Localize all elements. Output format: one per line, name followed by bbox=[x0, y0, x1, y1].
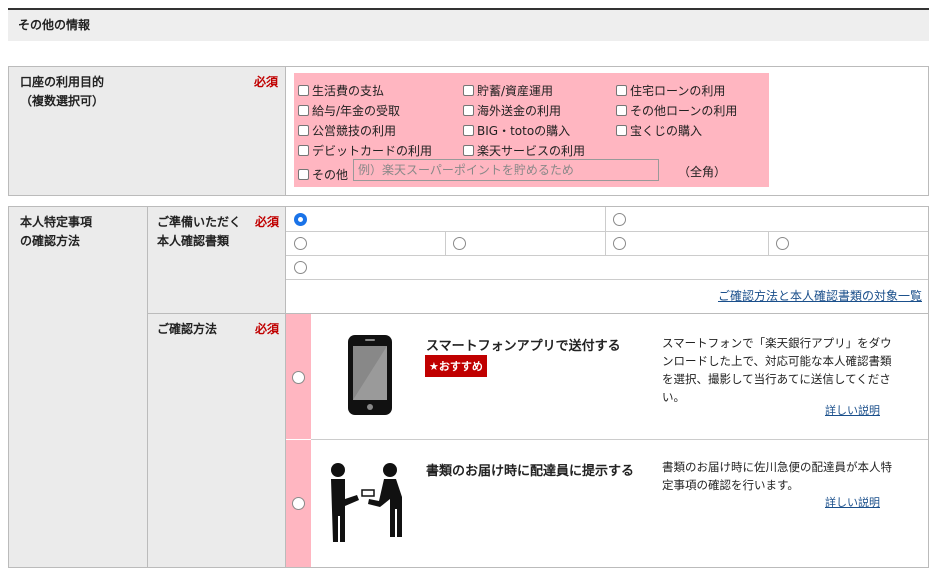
required-badge: 必須 bbox=[254, 75, 279, 89]
divider bbox=[286, 231, 928, 232]
checkbox-label: デビットカードの利用 bbox=[312, 144, 433, 158]
details-link[interactable]: 詳しい説明 bbox=[825, 402, 880, 418]
checkbox-label: その他 bbox=[312, 168, 349, 182]
checkbox[interactable] bbox=[298, 85, 309, 96]
method-description: スマートフォンで「楽天銀行アプリ」をダウンロードした上で、対応可能な本人確認書類… bbox=[662, 336, 892, 404]
checkbox-other-loan[interactable]: その他ローンの利用 bbox=[616, 102, 737, 119]
checkbox-label: 海外送金の利用 bbox=[477, 104, 562, 118]
method-option-smartphone[interactable]: スマートフォンアプリで送付する ★おすすめ スマートフォンで「楽天銀行アプリ」を… bbox=[286, 314, 928, 439]
checkbox-public-race[interactable]: 公営競技の利用 bbox=[298, 122, 396, 139]
method-title: スマートフォンアプリで送付する bbox=[426, 339, 621, 354]
details-link[interactable]: 詳しい説明 bbox=[825, 494, 880, 510]
checkbox-lottery[interactable]: 宝くじの購入 bbox=[616, 122, 702, 139]
document-radio-5[interactable] bbox=[613, 237, 626, 250]
method-radio-smartphone[interactable] bbox=[292, 371, 305, 384]
documents-label-line1: ご準備いただく bbox=[157, 215, 242, 229]
method-label-cell: ご確認方法 必須 bbox=[148, 314, 286, 567]
checkbox[interactable] bbox=[616, 105, 627, 116]
documents-list-link[interactable]: ご確認方法と本人確認書類の対象一覧 bbox=[718, 287, 922, 304]
divider bbox=[286, 279, 928, 280]
documents-label-cell: ご準備いただく 本人確認書類 必須 bbox=[148, 207, 286, 314]
checkbox[interactable] bbox=[463, 125, 474, 136]
checkbox-living-expenses[interactable]: 生活費の支払 bbox=[298, 82, 384, 99]
required-badge: 必須 bbox=[255, 322, 280, 336]
required-badge: 必須 bbox=[255, 215, 280, 229]
method-label: ご確認方法 bbox=[157, 322, 218, 336]
checkbox-savings[interactable]: 貯蓄/資産運用 bbox=[463, 82, 553, 99]
checkbox[interactable] bbox=[463, 105, 474, 116]
document-radio-7[interactable] bbox=[294, 261, 307, 274]
checkbox-overseas[interactable]: 海外送金の利用 bbox=[463, 102, 561, 119]
method-option-delivery[interactable]: 書類のお届け時に配達員に提示する 書類のお届け時に佐川急便の配達員が本人特定事項… bbox=[286, 440, 928, 567]
checkbox-rakuten-service[interactable]: 楽天サービスの利用 bbox=[463, 142, 585, 159]
section-title: その他の情報 bbox=[8, 8, 929, 41]
checkbox-label: 宝くじの購入 bbox=[630, 124, 703, 138]
checkbox[interactable] bbox=[463, 85, 474, 96]
identity-label: 本人特定事項 の確認方法 bbox=[20, 213, 92, 251]
checkbox[interactable] bbox=[616, 125, 627, 136]
method-title: 書類のお届け時に配達員に提示する bbox=[426, 464, 635, 479]
method-description: 書類のお届け時に佐川急便の配達員が本人特定事項の確認を行います。 bbox=[662, 460, 892, 492]
purpose-label-cell: 口座の利用目的 （複数選択可） 必須 bbox=[9, 67, 286, 195]
divider bbox=[768, 231, 769, 255]
smartphone-icon bbox=[348, 335, 392, 415]
checkbox-big-toto[interactable]: BIG・totoの購入 bbox=[463, 122, 570, 139]
identity-label-line2: の確認方法 bbox=[20, 234, 81, 248]
document-radio-1[interactable] bbox=[294, 213, 307, 226]
documents-label: ご準備いただく 本人確認書類 bbox=[157, 213, 241, 251]
checkbox-label: BIG・totoの購入 bbox=[477, 124, 571, 138]
purpose-label: 口座の利用目的 （複数選択可） bbox=[20, 73, 104, 111]
checkbox[interactable] bbox=[298, 105, 309, 116]
purpose-row: 口座の利用目的 （複数選択可） 必須 生活費の支払 貯蓄/資産運用 住宅ローンの… bbox=[8, 66, 929, 196]
identity-label-line1: 本人特定事項 bbox=[20, 215, 93, 229]
checkbox-label: 楽天サービスの利用 bbox=[477, 144, 586, 158]
identity-row: 本人特定事項 の確認方法 ご準備いただく 本人確認書類 必須 ご確認方法と本人確… bbox=[8, 206, 929, 568]
divider bbox=[445, 231, 446, 255]
checkbox[interactable] bbox=[298, 169, 309, 180]
delivery-handover-icon bbox=[331, 463, 402, 542]
other-purpose-input[interactable]: 例）楽天スーパーポイントを貯めるため bbox=[353, 159, 659, 181]
checkbox-salary[interactable]: 給与/年金の受取 bbox=[298, 102, 400, 119]
identity-label-cell: 本人特定事項 の確認方法 bbox=[9, 207, 148, 567]
document-radio-3[interactable] bbox=[294, 237, 307, 250]
checkbox-label: その他ローンの利用 bbox=[630, 104, 738, 118]
document-radio-6[interactable] bbox=[776, 237, 789, 250]
recommend-badge: ★おすすめ bbox=[425, 355, 487, 377]
document-radio-2[interactable] bbox=[613, 213, 626, 226]
method-radio-delivery[interactable] bbox=[292, 497, 305, 510]
purpose-label-line1: 口座の利用目的 bbox=[20, 75, 105, 89]
checkbox-label: 生活費の支払 bbox=[312, 84, 385, 98]
checkbox-housing-loan[interactable]: 住宅ローンの利用 bbox=[616, 82, 725, 99]
divider bbox=[286, 255, 928, 256]
documents-label-line2: 本人確認書類 bbox=[157, 234, 230, 248]
checkbox-debit-card[interactable]: デビットカードの利用 bbox=[298, 142, 432, 159]
checkbox[interactable] bbox=[298, 125, 309, 136]
checkbox-label: 給与/年金の受取 bbox=[312, 104, 401, 118]
checkbox-label: 住宅ローンの利用 bbox=[630, 84, 726, 98]
checkbox-label: 公営競技の利用 bbox=[312, 124, 397, 138]
checkbox-other[interactable]: その他 bbox=[298, 166, 348, 183]
checkbox[interactable] bbox=[463, 145, 474, 156]
divider bbox=[605, 207, 606, 255]
document-radio-4[interactable] bbox=[453, 237, 466, 250]
fullwidth-note: （全角） bbox=[678, 165, 727, 179]
checkbox-label: 貯蓄/資産運用 bbox=[477, 84, 554, 98]
purpose-label-line2: （複数選択可） bbox=[20, 94, 105, 108]
checkbox[interactable] bbox=[298, 145, 309, 156]
purpose-options: 生活費の支払 貯蓄/資産運用 住宅ローンの利用 給与/年金の受取 海外送金の利用… bbox=[294, 73, 769, 187]
checkbox[interactable] bbox=[616, 85, 627, 96]
